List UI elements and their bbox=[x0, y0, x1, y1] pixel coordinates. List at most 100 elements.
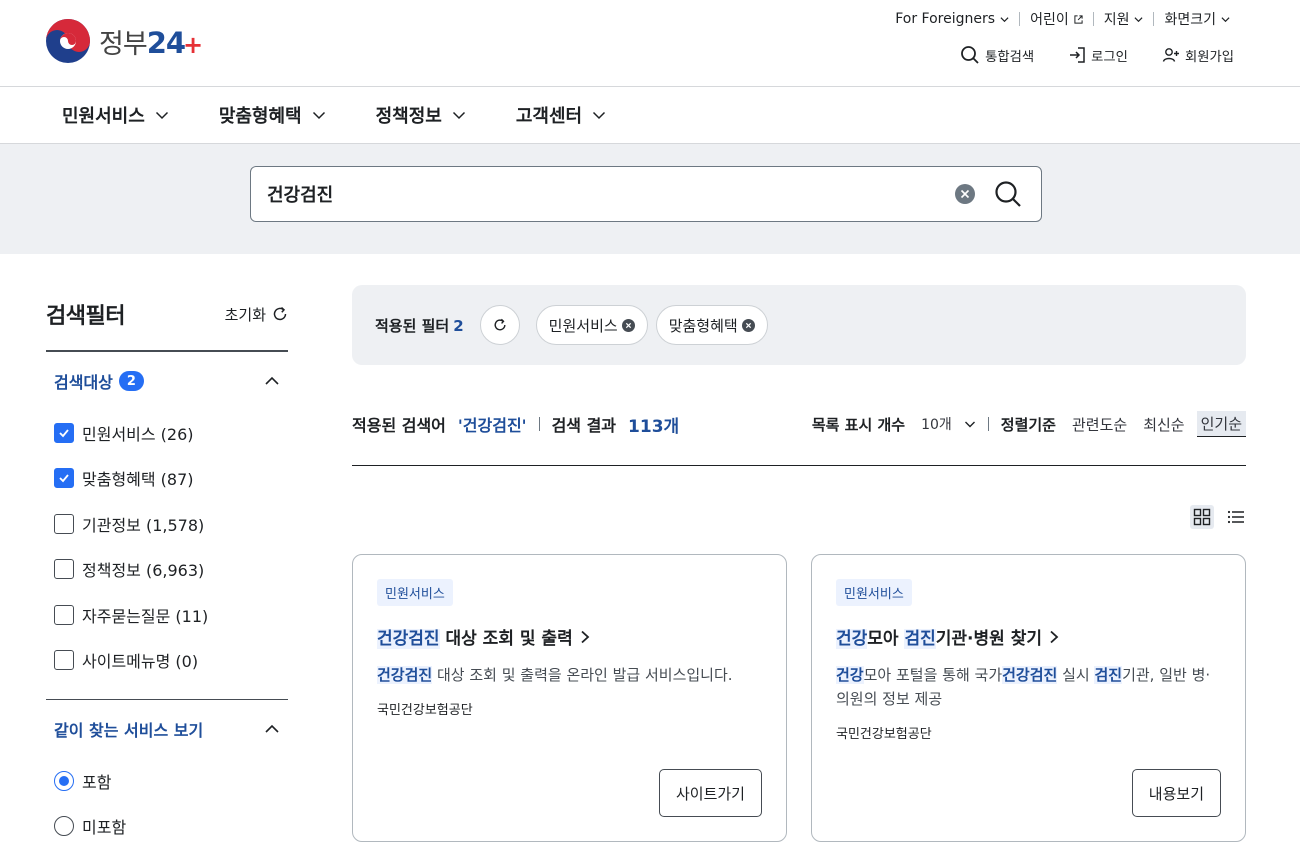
search-filter-sidebar: 검색필터 초기화 검색대상 2 민원서비스 (26) 맞춤형혜택 (87) 기관… bbox=[46, 290, 288, 849]
radio-exclude[interactable]: 미포함 bbox=[54, 804, 280, 850]
logo[interactable]: 정부 24 + bbox=[45, 18, 203, 64]
list-view-button[interactable] bbox=[1224, 505, 1248, 529]
search-icon bbox=[995, 181, 1021, 207]
card-description: 건강모아 포털을 통해 국가건강검진 실시 검진기관, 일반 병·의원의 정보 … bbox=[836, 666, 1211, 708]
divider bbox=[538, 417, 540, 431]
sort-latest[interactable]: 최신순 bbox=[1143, 414, 1184, 435]
checkbox-civil-service[interactable]: 민원서비스 (26) bbox=[54, 410, 280, 456]
sort-relevance[interactable]: 관련도순 bbox=[1072, 414, 1127, 435]
signup-label: 회원가입 bbox=[1184, 49, 1234, 65]
checkbox[interactable] bbox=[54, 513, 74, 534]
radio-button[interactable] bbox=[54, 770, 74, 791]
go-to-site-button[interactable]: 사이트가기 bbox=[658, 769, 762, 817]
checkbox-faq[interactable]: 자주묻는질문 (11) bbox=[54, 592, 280, 638]
chevron-down-icon bbox=[312, 111, 325, 120]
chevron-down-icon bbox=[452, 111, 465, 120]
checkbox[interactable] bbox=[54, 468, 74, 489]
nav-item-custom-benefits[interactable]: 맞춤형혜택 bbox=[219, 102, 326, 128]
checkbox-site-menu[interactable]: 사이트메뉴명 (0) bbox=[54, 638, 280, 684]
checkbox[interactable] bbox=[54, 650, 74, 671]
external-link-icon bbox=[1074, 14, 1083, 24]
header-actions: 통합검색 로그인 회원가입 bbox=[960, 44, 1234, 66]
refresh-icon bbox=[494, 318, 506, 331]
view-toggle bbox=[1190, 505, 1248, 529]
checkbox[interactable] bbox=[54, 422, 74, 443]
card-organization: 국민건강보험공단 bbox=[377, 703, 473, 718]
page-size-label: 목록 표시 개수 bbox=[811, 415, 906, 434]
chip-label: 맞춤형혜택 bbox=[668, 316, 738, 335]
page-size-select[interactable]: 10개 bbox=[921, 414, 976, 434]
search-submit-button[interactable] bbox=[993, 179, 1023, 209]
category-tag: 민원서비스 bbox=[836, 579, 912, 606]
checkbox[interactable] bbox=[54, 559, 74, 580]
reset-applied-filters-button[interactable] bbox=[479, 305, 520, 345]
integrated-search-label: 통합검색 bbox=[985, 49, 1035, 65]
search-input[interactable] bbox=[267, 183, 955, 205]
filter-chip-custom-benefits[interactable]: 맞춤형혜택 bbox=[655, 305, 768, 345]
filter-title: 검색필터 bbox=[46, 304, 125, 329]
remove-chip-icon[interactable] bbox=[741, 318, 755, 332]
search-icon bbox=[961, 46, 979, 64]
list-icon bbox=[1227, 510, 1244, 524]
remove-chip-icon[interactable] bbox=[621, 318, 635, 332]
integrated-search-button[interactable]: 통합검색 bbox=[960, 44, 1034, 66]
login-button[interactable]: 로그인 bbox=[1068, 44, 1128, 66]
card-title-link[interactable]: 건강모아 검진기관·병원 찾기 bbox=[836, 624, 1221, 649]
sort-popular[interactable]: 인기순 bbox=[1196, 411, 1246, 437]
close-icon bbox=[960, 189, 970, 199]
checkbox-label: 민원서비스 (26) bbox=[82, 424, 194, 444]
checkbox-agency-info[interactable]: 기관정보 (1,578) bbox=[54, 501, 280, 547]
site-header: 정부24+ For Foreigners 어린이 지원 화면크기 통합검색 bbox=[0, 0, 1300, 87]
result-label: 검색 결과 bbox=[551, 416, 617, 435]
add-user-icon bbox=[1162, 48, 1179, 62]
login-label: 로그인 bbox=[1091, 49, 1128, 65]
card-description: 건강검진 대상 조회 및 출력을 온라인 발급 서비스입니다. bbox=[377, 666, 733, 684]
checkbox[interactable] bbox=[54, 604, 74, 625]
logo-wordmark: 정부 24 + bbox=[99, 25, 203, 60]
nav-item-policy-info[interactable]: 정책정보 bbox=[376, 102, 466, 128]
card-organization: 국민건강보험공단 bbox=[836, 727, 932, 742]
card-title-link[interactable]: 건강검진 대상 조회 및 출력 bbox=[377, 624, 762, 649]
grid-view-button[interactable] bbox=[1190, 505, 1214, 529]
together-options: 포함 미포함 bbox=[46, 758, 288, 849]
applied-keyword: '건강검진' bbox=[457, 416, 527, 435]
applied-filters-label: 적용된 필터 2 bbox=[375, 316, 464, 335]
checkbox-label: 자주묻는질문 (11) bbox=[82, 606, 209, 626]
checkbox-policy-info[interactable]: 정책정보 (6,963) bbox=[54, 547, 280, 593]
result-card: 민원서비스 건강검진 대상 조회 및 출력 건강검진 대상 조회 및 출력을 온… bbox=[352, 554, 787, 842]
together-section-header[interactable]: 같이 찾는 서비스 보기 bbox=[46, 700, 288, 758]
checkbox-custom-benefits[interactable]: 맞춤형혜택 (87) bbox=[54, 456, 280, 502]
grid-icon bbox=[1193, 508, 1211, 526]
kids-link[interactable]: 어린이 bbox=[1020, 9, 1093, 29]
signup-button[interactable]: 회원가입 bbox=[1162, 44, 1234, 66]
utility-menu: For Foreigners 어린이 지원 화면크기 bbox=[885, 9, 1240, 29]
check-icon bbox=[59, 429, 69, 438]
highlight: 건강검진 bbox=[377, 629, 440, 649]
support-menu[interactable]: 지원 bbox=[1094, 9, 1154, 29]
checkbox-label: 사이트메뉴명 (0) bbox=[82, 652, 199, 672]
chevron-right-icon bbox=[581, 630, 590, 643]
radio-label: 미포함 bbox=[82, 818, 127, 838]
for-foreigners-menu[interactable]: For Foreigners bbox=[885, 9, 1019, 29]
result-summary: 적용된 검색어 '건강검진' 검색 결과 113개 bbox=[352, 412, 679, 437]
reset-filter-button[interactable]: 초기화 bbox=[225, 304, 288, 325]
clear-search-button[interactable] bbox=[955, 184, 975, 204]
main-navigation: 민원서비스 맞춤형혜택 정책정보 고객센터 bbox=[0, 87, 1300, 144]
chevron-down-icon bbox=[1134, 16, 1143, 22]
nav-item-civil-service[interactable]: 민원서비스 bbox=[62, 102, 169, 128]
chevron-down-icon bbox=[1000, 16, 1009, 22]
filter-header: 검색필터 초기화 bbox=[46, 290, 288, 352]
view-details-button[interactable]: 내용보기 bbox=[1131, 769, 1221, 817]
sort-label: 정렬기준 bbox=[1000, 415, 1056, 434]
search-target-section-header[interactable]: 검색대상 2 bbox=[46, 352, 288, 410]
screen-size-menu[interactable]: 화면크기 bbox=[1154, 9, 1240, 29]
list-controls: 목록 표시 개수 10개 정렬기준 관련도순 최신순 인기순 bbox=[812, 411, 1246, 437]
result-card: 민원서비스 건강모아 검진기관·병원 찾기 건강모아 포털을 통해 국가건강검진… bbox=[811, 554, 1246, 842]
together-title: 같이 찾는 서비스 보기 bbox=[54, 721, 204, 740]
chevron-down-icon bbox=[593, 111, 606, 120]
filter-chip-civil-service[interactable]: 민원서비스 bbox=[535, 305, 648, 345]
selected-count-badge: 2 bbox=[118, 371, 144, 391]
radio-include[interactable]: 포함 bbox=[54, 758, 280, 804]
nav-item-customer-center[interactable]: 고객센터 bbox=[516, 102, 606, 128]
radio-button[interactable] bbox=[54, 816, 74, 837]
